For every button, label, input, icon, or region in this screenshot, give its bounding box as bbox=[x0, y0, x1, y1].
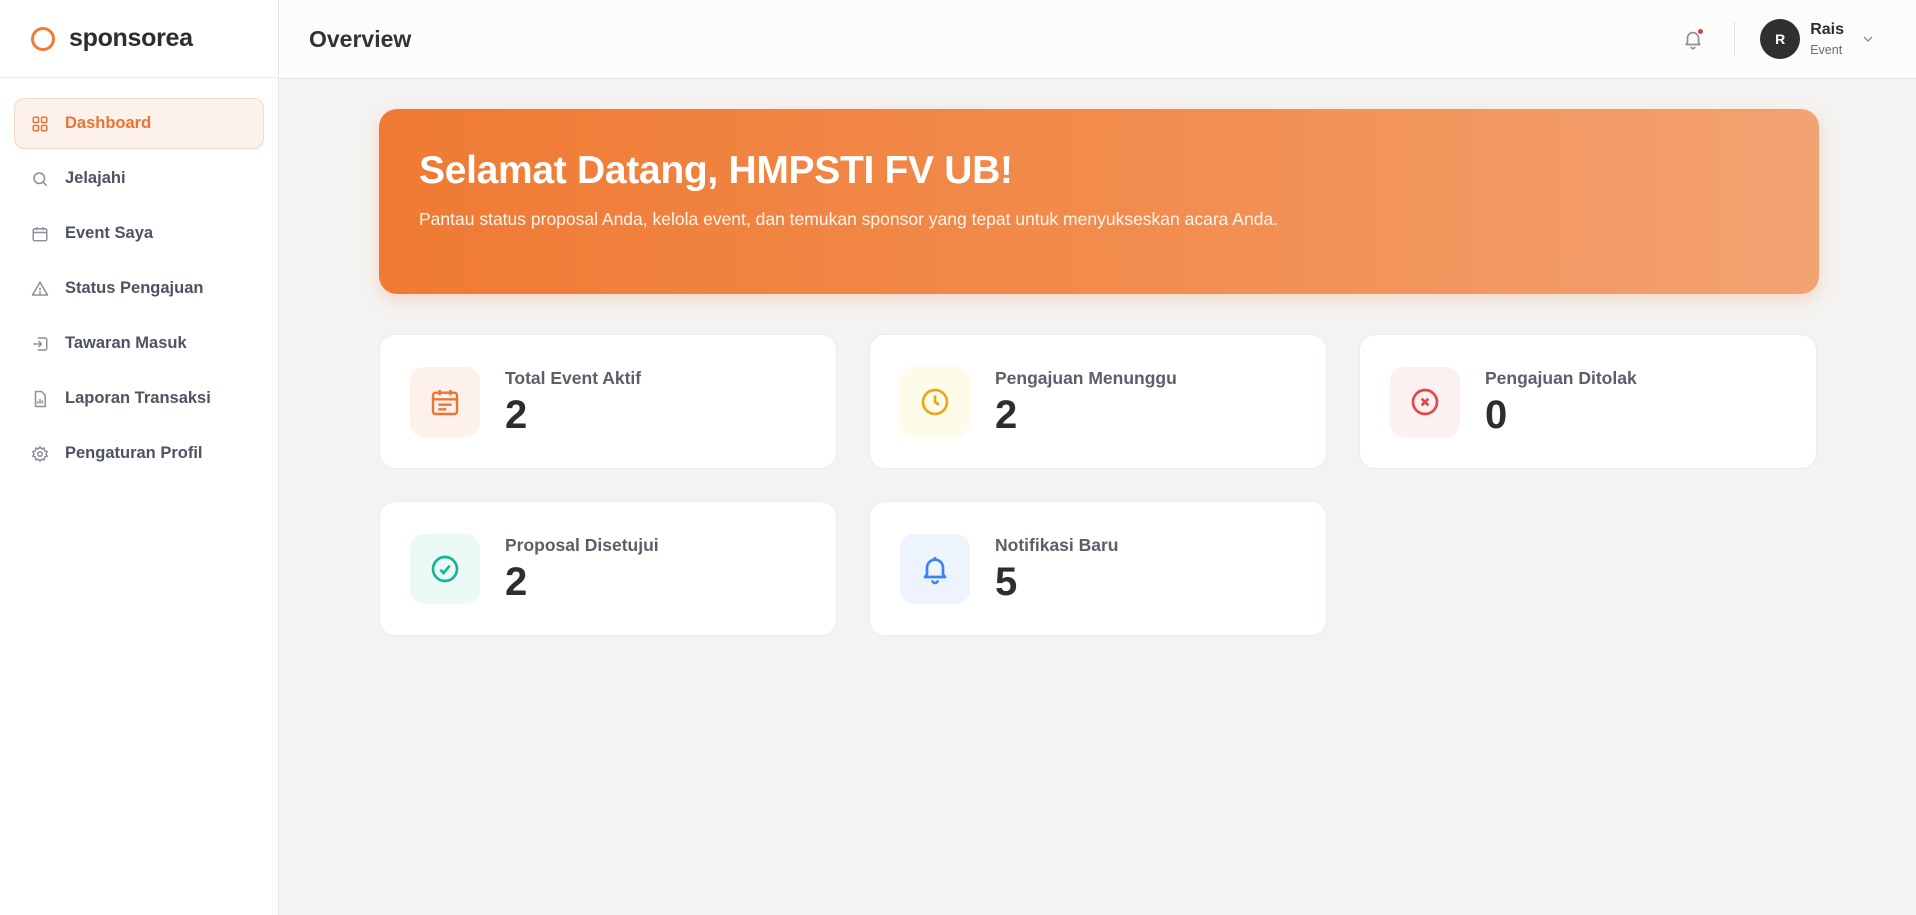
header-divider bbox=[1734, 22, 1736, 56]
stat-body: Notifikasi Baru 5 bbox=[995, 535, 1119, 602]
stat-value: 2 bbox=[505, 560, 528, 604]
grid-icon bbox=[31, 115, 49, 133]
stat-card-proposal-disetujui[interactable]: Proposal Disetujui 2 bbox=[379, 501, 837, 636]
notification-button[interactable] bbox=[1680, 26, 1706, 52]
stat-icon-box bbox=[900, 533, 970, 604]
stat-label: Total Event Aktif bbox=[505, 368, 642, 388]
sidebar-item-label: Dashboard bbox=[65, 114, 152, 132]
stat-card-pengajuan-menunggu[interactable]: Pengajuan Menunggu 2 bbox=[869, 334, 1327, 469]
stat-icon-box bbox=[1390, 366, 1460, 437]
stat-card-notifikasi-baru[interactable]: Notifikasi Baru 5 bbox=[869, 501, 1327, 636]
top-header: Overview R Rais Event bbox=[279, 0, 1916, 79]
sidebar-item-pengaturan-profil[interactable]: Pengaturan Profil bbox=[14, 428, 264, 479]
sidebar-item-event-saya[interactable]: Event Saya bbox=[14, 208, 264, 259]
file-chart-icon bbox=[31, 390, 49, 408]
user-menu[interactable]: R Rais Event bbox=[1760, 19, 1876, 59]
logo-icon bbox=[31, 26, 55, 51]
stat-card-pengajuan-ditolak[interactable]: Pengajuan Ditolak 0 bbox=[1359, 334, 1817, 469]
user-info: Rais Event bbox=[1810, 20, 1844, 57]
brand-name: sponsorea bbox=[69, 24, 193, 52]
stat-icon-box bbox=[900, 366, 970, 437]
clock-icon bbox=[921, 388, 949, 415]
check-circle-icon bbox=[431, 555, 459, 582]
stat-body: Pengajuan Ditolak 0 bbox=[1485, 368, 1637, 435]
sidebar-nav: Dashboard Jelajahi Event Saya Status Pen… bbox=[0, 78, 278, 479]
sidebar-item-label: Laporan Transaksi bbox=[65, 389, 211, 407]
sidebar-item-label: Pengaturan Profil bbox=[65, 444, 203, 462]
sidebar-item-label: Tawaran Masuk bbox=[65, 334, 187, 352]
sidebar-item-label: Jelajahi bbox=[65, 169, 126, 187]
stat-icon-box bbox=[410, 533, 480, 604]
sidebar-item-laporan-transaksi[interactable]: Laporan Transaksi bbox=[14, 373, 264, 424]
sidebar-item-tawaran-masuk[interactable]: Tawaran Masuk bbox=[14, 318, 264, 369]
stat-label: Proposal Disetujui bbox=[505, 535, 659, 555]
bell-icon bbox=[923, 556, 947, 584]
user-name: Rais bbox=[1810, 21, 1844, 39]
stat-value: 0 bbox=[1485, 393, 1508, 437]
stat-body: Proposal Disetujui 2 bbox=[505, 535, 659, 602]
sidebar: sponsorea Dashboard Jelajahi Event Saya … bbox=[0, 0, 279, 915]
chevron-down-icon bbox=[1863, 36, 1873, 42]
sidebar-item-label: Status Pengajuan bbox=[65, 279, 204, 297]
user-role: Event bbox=[1810, 42, 1843, 57]
stat-label: Pengajuan Ditolak bbox=[1485, 368, 1637, 388]
stat-value: 2 bbox=[995, 393, 1018, 437]
stat-body: Pengajuan Menunggu 2 bbox=[995, 368, 1177, 435]
sidebar-item-jelajahi[interactable]: Jelajahi bbox=[14, 153, 264, 204]
page-title: Overview bbox=[309, 25, 412, 52]
stat-icon-box bbox=[410, 366, 480, 437]
calendar-icon bbox=[431, 389, 459, 415]
welcome-title: Selamat Datang, HMPSTI FV UB! bbox=[419, 149, 1013, 192]
stat-body: Total Event Aktif 2 bbox=[505, 368, 641, 435]
search-icon bbox=[31, 170, 49, 188]
calendar-icon bbox=[31, 225, 49, 243]
brand[interactable]: sponsorea bbox=[0, 0, 278, 78]
stat-card-total-event-aktif[interactable]: Total Event Aktif 2 bbox=[379, 334, 837, 469]
x-circle-icon bbox=[1411, 388, 1439, 415]
header-actions: R Rais Event bbox=[1680, 19, 1876, 59]
warning-icon bbox=[31, 280, 49, 298]
avatar: R bbox=[1760, 19, 1801, 59]
inbox-icon bbox=[31, 335, 49, 353]
welcome-subtitle: Pantau status proposal Anda, kelola even… bbox=[419, 209, 1279, 229]
stat-label: Notifikasi Baru bbox=[995, 535, 1119, 555]
gear-icon bbox=[31, 445, 49, 463]
welcome-banner: Selamat Datang, HMPSTI FV UB! Pantau sta… bbox=[379, 109, 1819, 294]
sidebar-item-label: Event Saya bbox=[65, 224, 154, 242]
stat-value: 2 bbox=[505, 393, 528, 437]
stat-label: Pengajuan Menunggu bbox=[995, 368, 1177, 388]
stat-value: 5 bbox=[995, 560, 1018, 604]
sidebar-item-status-pengajuan[interactable]: Status Pengajuan bbox=[14, 263, 264, 314]
sidebar-item-dashboard[interactable]: Dashboard bbox=[14, 98, 264, 149]
